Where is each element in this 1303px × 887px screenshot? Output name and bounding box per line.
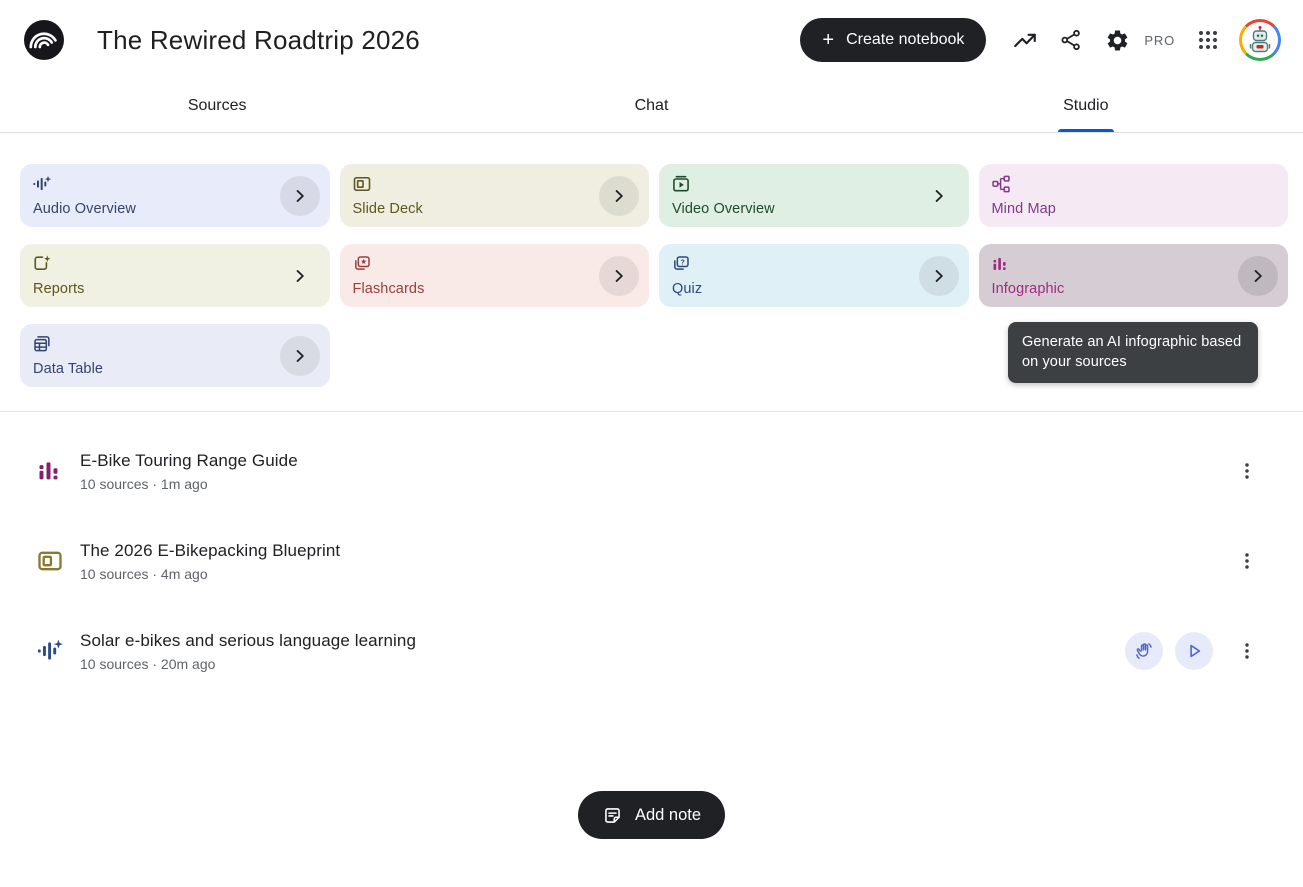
more-options-button[interactable] bbox=[1231, 455, 1263, 487]
kebab-menu-icon bbox=[1236, 460, 1258, 482]
share-button[interactable] bbox=[1051, 20, 1091, 60]
chevron-right-icon[interactable] bbox=[280, 256, 320, 296]
report-sparkle-icon bbox=[32, 254, 52, 274]
note-title: E-Bike Touring Range Guide bbox=[80, 451, 1225, 471]
tab-sources-label: Sources bbox=[188, 97, 247, 115]
play-icon bbox=[1184, 641, 1204, 661]
note-meta: 10 sources · 1m ago bbox=[80, 476, 1225, 492]
note-meta: 10 sources · 20m ago bbox=[80, 656, 1125, 672]
chevron-right-icon[interactable] bbox=[919, 176, 959, 216]
avatar-robot-image bbox=[1242, 22, 1278, 58]
note-row-infographic[interactable]: E-Bike Touring Range Guide 10 sources · … bbox=[0, 426, 1303, 516]
slide-deck-icon bbox=[352, 174, 372, 194]
studio-tool-label: Data Table bbox=[33, 361, 103, 377]
audio-waveform-sparkle-icon bbox=[36, 637, 64, 665]
share-icon bbox=[1059, 28, 1083, 52]
gear-icon bbox=[1105, 28, 1130, 53]
note-row-audio-overview[interactable]: Solar e-bikes and serious language learn… bbox=[0, 606, 1303, 696]
account-avatar[interactable] bbox=[1239, 19, 1281, 61]
add-note-button[interactable]: Add note bbox=[578, 791, 725, 839]
google-apps-button[interactable] bbox=[1188, 20, 1228, 60]
more-options-button[interactable] bbox=[1231, 635, 1263, 667]
infographic-bars-icon bbox=[991, 254, 1011, 274]
chevron-right-icon[interactable] bbox=[280, 336, 320, 376]
note-icon bbox=[602, 805, 623, 826]
tab-studio[interactable]: Studio bbox=[869, 80, 1303, 132]
notebooklm-logo[interactable] bbox=[24, 20, 64, 60]
video-overview-icon bbox=[671, 174, 691, 194]
chevron-right-icon[interactable] bbox=[280, 176, 320, 216]
studio-artifacts-list: E-Bike Touring Range Guide 10 sources · … bbox=[0, 412, 1303, 696]
chevron-right-icon[interactable] bbox=[599, 256, 639, 296]
data-table-icon bbox=[32, 334, 52, 354]
kebab-menu-icon bbox=[1236, 640, 1258, 662]
studio-tool-quiz[interactable]: ? Quiz bbox=[659, 244, 969, 307]
more-options-button[interactable] bbox=[1231, 545, 1263, 577]
kebab-menu-icon bbox=[1236, 550, 1258, 572]
chevron-right-icon[interactable] bbox=[1238, 256, 1278, 296]
studio-tool-infographic[interactable]: Infographic bbox=[979, 244, 1289, 307]
note-title: Solar e-bikes and serious language learn… bbox=[80, 631, 1125, 651]
apps-grid-icon bbox=[1196, 28, 1220, 52]
flashcards-star-icon bbox=[352, 254, 372, 274]
studio-tool-label: Flashcards bbox=[353, 281, 425, 297]
mind-map-icon bbox=[991, 174, 1011, 194]
chevron-right-icon[interactable] bbox=[919, 256, 959, 296]
chevron-right-icon[interactable] bbox=[599, 176, 639, 216]
plus-icon: + bbox=[822, 30, 834, 50]
tab-studio-label: Studio bbox=[1063, 97, 1108, 115]
infographic-bars-icon bbox=[36, 457, 64, 485]
trending-up-icon bbox=[1012, 27, 1038, 53]
slide-deck-icon bbox=[36, 547, 64, 575]
studio-tool-label: Quiz bbox=[672, 281, 702, 297]
active-tab-underline bbox=[1058, 129, 1114, 132]
studio-tool-label: Reports bbox=[33, 281, 84, 297]
notebook-title[interactable]: The Rewired Roadtrip 2026 bbox=[97, 25, 420, 56]
main-tabs: Sources Chat Studio bbox=[0, 80, 1303, 133]
studio-tool-label: Slide Deck bbox=[353, 201, 423, 217]
svg-text:?: ? bbox=[681, 258, 685, 266]
studio-tool-audio-overview[interactable]: Audio Overview bbox=[20, 164, 330, 227]
note-title: The 2026 E-Bikepacking Blueprint bbox=[80, 541, 1225, 561]
tab-chat-label: Chat bbox=[635, 97, 669, 115]
create-notebook-label: Create notebook bbox=[846, 31, 964, 49]
note-meta: 10 sources · 4m ago bbox=[80, 566, 1225, 582]
studio-tool-video-overview[interactable]: Video Overview bbox=[659, 164, 969, 227]
studio-tool-slide-deck[interactable]: Slide Deck bbox=[340, 164, 650, 227]
add-note-label: Add note bbox=[635, 806, 701, 825]
studio-tool-label: Mind Map bbox=[992, 201, 1056, 217]
infographic-tooltip: Generate an AI infographic based on your… bbox=[1008, 322, 1258, 383]
studio-tool-flashcards[interactable]: Flashcards bbox=[340, 244, 650, 307]
tab-chat[interactable]: Chat bbox=[434, 80, 868, 132]
settings-button[interactable] bbox=[1097, 20, 1137, 60]
audio-waveform-sparkle-icon bbox=[32, 174, 52, 194]
studio-tool-reports[interactable]: Reports bbox=[20, 244, 330, 307]
waving-hand-icon bbox=[1134, 641, 1155, 662]
studio-tool-data-table[interactable]: Data Table bbox=[20, 324, 330, 387]
play-button[interactable] bbox=[1175, 632, 1213, 670]
pro-badge: PRO bbox=[1144, 33, 1175, 48]
note-row-slide-deck[interactable]: The 2026 E-Bikepacking Blueprint 10 sour… bbox=[0, 516, 1303, 606]
studio-tool-mind-map[interactable]: Mind Map bbox=[979, 164, 1289, 227]
studio-tool-label: Audio Overview bbox=[33, 201, 136, 217]
tab-sources[interactable]: Sources bbox=[0, 80, 434, 132]
create-notebook-button[interactable]: + Create notebook bbox=[800, 18, 986, 62]
studio-tool-label: Infographic bbox=[992, 281, 1065, 297]
analytics-button[interactable] bbox=[1005, 20, 1045, 60]
app-header: The Rewired Roadtrip 2026 + Create noteb… bbox=[0, 0, 1303, 80]
quiz-card-icon: ? bbox=[671, 254, 691, 274]
interactive-mode-button[interactable] bbox=[1125, 632, 1163, 670]
studio-tool-label: Video Overview bbox=[672, 201, 775, 217]
